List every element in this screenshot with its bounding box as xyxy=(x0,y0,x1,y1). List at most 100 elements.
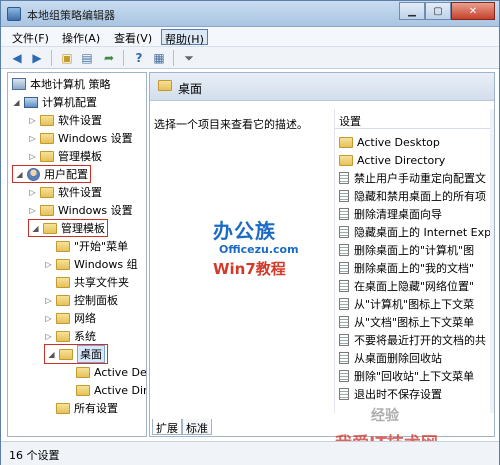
setting-row[interactable]: 从桌面删除回收站 xyxy=(339,349,442,367)
tree-uc-software[interactable]: ▷ 软件设置 xyxy=(28,183,102,201)
tree-uc-admin[interactable]: ◢ 管理模板 xyxy=(28,219,108,237)
expand-arrow-icon[interactable]: ◢ xyxy=(12,98,21,107)
setting-row[interactable]: 隐藏和禁用桌面上的所有项 xyxy=(339,187,486,205)
folder-icon xyxy=(56,258,70,270)
tab-extended[interactable]: 扩展 xyxy=(152,419,182,435)
tree-windows-components[interactable]: ▷ Windows 组 xyxy=(44,255,137,273)
tree-control-panel[interactable]: ▷ 控制面板 xyxy=(44,291,118,309)
desktop-highlight: ◢ 桌面 xyxy=(44,344,108,364)
tree-root[interactable]: 本地计算机 策略 xyxy=(12,75,111,93)
tree-system[interactable]: ▷ 系统 xyxy=(44,327,96,345)
setting-row[interactable]: 从"计算机"图标上下文菜 xyxy=(339,295,474,313)
policy-setting-icon xyxy=(339,208,349,220)
menu-action[interactable]: 操作(A) xyxy=(59,29,103,45)
setting-row[interactable]: 退出时不保存设置 xyxy=(339,385,442,403)
expand-arrow-icon[interactable]: ◢ xyxy=(15,170,24,179)
setting-row[interactable]: Active Directory xyxy=(339,151,445,169)
setting-row[interactable]: Active Desktop xyxy=(339,133,440,151)
folder-icon xyxy=(56,402,70,414)
tree-shared-folders[interactable]: 共享文件夹 xyxy=(56,273,129,291)
folder-icon xyxy=(339,154,353,166)
setting-row[interactable]: 删除"回收站"上下文菜单 xyxy=(339,367,474,385)
vertical-scrollbar[interactable] xyxy=(490,109,494,413)
tree-user-config[interactable]: ◢ 用户配置 xyxy=(12,165,91,183)
minimize-button[interactable]: ▁ xyxy=(399,2,425,20)
setting-label: Active Desktop xyxy=(357,135,440,149)
window-title: 本地组策略编辑器 xyxy=(27,9,115,22)
window-controls: ▁ ▢ ✕ xyxy=(399,2,495,20)
setting-row[interactable]: 不要将最近打开的文档的共 xyxy=(339,331,486,349)
setting-row[interactable]: 删除桌面上的"计算机"图 xyxy=(339,241,474,259)
tree-pane[interactable]: 本地计算机 策略 ◢ 计算机配置 ▷ 软件设置 ▷ Windows 设置 ▷ 管… xyxy=(7,72,147,437)
policy-setting-icon xyxy=(339,280,349,292)
expand-arrow-icon[interactable]: ◢ xyxy=(31,224,40,233)
setting-row[interactable]: 禁止用户手动重定向配置文 xyxy=(339,169,486,187)
expand-arrow-icon[interactable]: ◢ xyxy=(47,350,56,359)
user-icon xyxy=(27,167,40,181)
view-tabs: 扩展 标准 xyxy=(152,419,212,435)
menu-view[interactable]: 查看(V) xyxy=(111,29,155,45)
setting-label: 不要将最近打开的文档的共 xyxy=(354,334,486,347)
status-text: 16 个设置 xyxy=(9,449,60,462)
tree-network[interactable]: ▷ 网络 xyxy=(44,309,96,327)
collapse-arrow-icon[interactable]: ▷ xyxy=(44,260,53,269)
folder-icon xyxy=(40,114,54,126)
tree-all-settings[interactable]: 所有设置 xyxy=(56,399,118,417)
setting-row[interactable]: 删除桌面上的"我的文档" xyxy=(339,259,474,277)
help-icon[interactable]: ? xyxy=(131,50,147,66)
forward-arrow-icon[interactable]: ▶ xyxy=(29,50,45,66)
tree-computer-config[interactable]: ◢ 计算机配置 xyxy=(12,93,97,111)
collapse-arrow-icon[interactable]: ▷ xyxy=(28,116,37,125)
collapse-arrow-icon[interactable]: ▷ xyxy=(44,332,53,341)
up-folder-icon[interactable]: ▣ xyxy=(59,50,75,66)
tree-cc-admin[interactable]: ▷ 管理模板 xyxy=(28,147,102,165)
collapse-arrow-icon[interactable]: ▷ xyxy=(28,152,37,161)
maximize-button[interactable]: ▢ xyxy=(425,2,451,20)
setting-row[interactable]: 在桌面上隐藏"网络位置" xyxy=(339,277,474,295)
tree-active-directory[interactable]: Active Dir xyxy=(76,381,146,399)
tree-desktop[interactable]: ◢ 桌面 xyxy=(44,344,108,364)
computer-icon xyxy=(24,96,38,108)
menu-help[interactable]: 帮助(H) xyxy=(161,29,208,46)
setting-row[interactable]: 从"文档"图标上下文菜单 xyxy=(339,313,474,331)
details-header: 桌面 xyxy=(150,73,494,101)
back-arrow-icon[interactable]: ◀ xyxy=(9,50,25,66)
folder-icon xyxy=(43,222,57,234)
folder-icon xyxy=(56,330,70,342)
details-title: 桌面 xyxy=(178,82,203,96)
folder-icon xyxy=(56,312,70,324)
filter-icon[interactable]: ⏷ xyxy=(181,50,197,66)
folder-icon xyxy=(40,132,54,144)
policy-setting-icon xyxy=(339,298,349,310)
policy-setting-icon xyxy=(339,370,349,382)
folder-icon xyxy=(158,80,172,91)
collapse-arrow-icon[interactable]: ▷ xyxy=(28,134,37,143)
toolbar-separator xyxy=(173,50,174,66)
collapse-arrow-icon[interactable]: ▷ xyxy=(44,296,53,305)
setting-label: 删除"回收站"上下文菜单 xyxy=(354,370,475,383)
user-config-highlight: ◢ 用户配置 xyxy=(12,165,91,183)
setting-row[interactable]: 隐藏桌面上的 Internet Exp xyxy=(339,223,491,241)
policy-setting-icon xyxy=(339,334,349,346)
setting-label: 从"文档"图标上下文菜单 xyxy=(354,316,475,329)
settings-list[interactable]: 设置 Active Desktop Active Directory 禁止用户手动重… xyxy=(334,109,494,413)
tree-start-menu[interactable]: "开始"菜单 xyxy=(56,237,128,255)
folder-icon xyxy=(56,276,70,288)
collapse-arrow-icon[interactable]: ▷ xyxy=(28,188,37,197)
tree-uc-windows[interactable]: ▷ Windows 设置 xyxy=(28,201,132,219)
show-hide-tree-icon[interactable]: ▤ xyxy=(79,50,95,66)
tree-cc-windows[interactable]: ▷ Windows 设置 xyxy=(28,129,132,147)
menu-file[interactable]: 文件(F) xyxy=(9,29,52,45)
tree-active-desktop[interactable]: Active De xyxy=(76,363,146,381)
tree-cc-software[interactable]: ▷ 软件设置 xyxy=(28,111,102,129)
settings-column-header[interactable]: 设置 xyxy=(335,113,494,129)
admin-templates-highlight: ◢ 管理模板 xyxy=(28,219,108,237)
setting-row[interactable]: 删除清理桌面向导 xyxy=(339,205,442,223)
collapse-arrow-icon[interactable]: ▷ xyxy=(28,206,37,215)
properties-icon[interactable]: ▦ xyxy=(151,50,167,66)
export-list-icon[interactable]: ➦ xyxy=(101,50,117,66)
tab-standard[interactable]: 标准 xyxy=(182,419,212,435)
close-button[interactable]: ✕ xyxy=(451,2,495,20)
policy-setting-icon xyxy=(339,190,349,202)
collapse-arrow-icon[interactable]: ▷ xyxy=(44,314,53,323)
